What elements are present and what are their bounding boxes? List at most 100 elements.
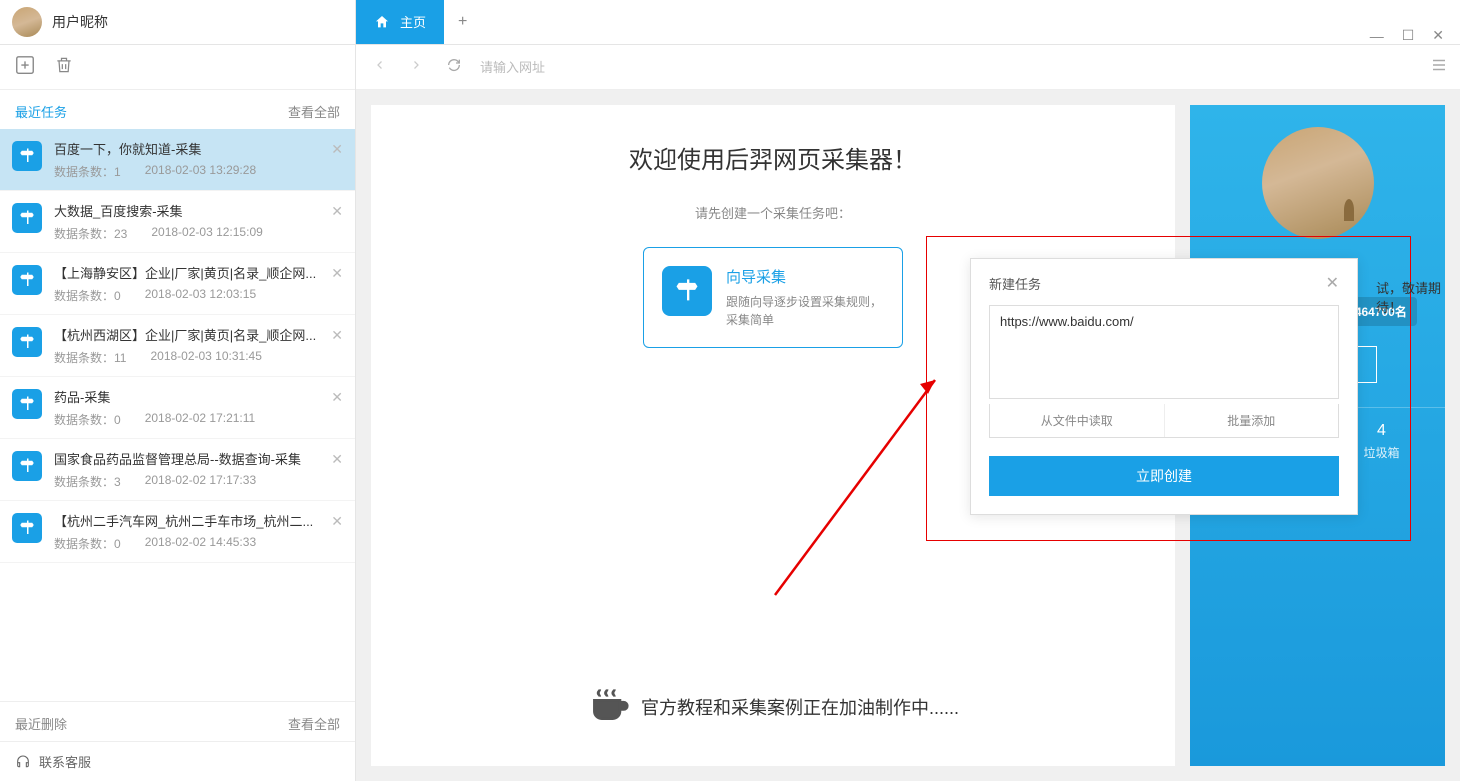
task-meta: 数据条数：3 2018-02-02 17:17:33 [54, 473, 343, 490]
task-title: 【杭州西湖区】企业|厂家|黄页|名录_顺企网... [54, 325, 343, 344]
tab-bar: 主页 + — ☐ ✕ [356, 0, 1460, 44]
url-input[interactable] [989, 305, 1339, 399]
task-count: 数据条数：0 [54, 535, 121, 552]
forward-button[interactable] [404, 58, 428, 76]
signpost-icon [12, 203, 42, 233]
task-count: 数据条数：0 [54, 287, 121, 304]
task-time: 2018-02-03 12:15:09 [151, 225, 262, 242]
recent-tasks-header: 最近任务 查看全部 [0, 90, 355, 129]
maximize-button[interactable]: ☐ [1402, 27, 1415, 44]
username-top: 用户昵称 [52, 12, 108, 32]
task-item[interactable]: 药品-采集数据条数：02018-02-02 17:21:11✕ [0, 377, 355, 439]
task-list: 百度一下，你就知道-采集数据条数：12018-02-03 13:29:28✕大数… [0, 129, 355, 701]
recent-deleted-title: 最近删除 [15, 714, 67, 733]
section-title: 最近任务 [15, 102, 67, 121]
address-bar [356, 45, 1460, 90]
task-meta: 数据条数：0 2018-02-02 14:45:33 [54, 535, 343, 552]
avatar-large[interactable] [1262, 127, 1374, 239]
main-wrap: 最近任务 查看全部 百度一下，你就知道-采集数据条数：1 2018-02-03 1… [0, 45, 1460, 781]
task-count: 数据条数：3 [54, 473, 121, 490]
contact-support[interactable]: 联系客服 [0, 741, 355, 781]
tab-home-label: 主页 [400, 12, 426, 31]
hidden-card-text: 试，敬请期待！ [1376, 278, 1460, 316]
tab-home[interactable]: 主页 [356, 0, 444, 44]
recent-deleted-header: 最近删除 查看全部 [0, 701, 355, 741]
sidebar-toolbar [0, 45, 355, 90]
task-title: 大数据_百度搜索-采集 [54, 201, 343, 220]
task-close-button[interactable]: ✕ [331, 389, 343, 406]
task-title: 【杭州二手汽车网_杭州二手车市场_杭州二... [54, 511, 343, 530]
wizard-card[interactable]: 向导采集 跟随向导逐步设置采集规则，采集简单 [643, 247, 903, 348]
task-item[interactable]: 【上海静安区】企业|厂家|黄页|名录_顺企网...数据条数：02018-02-0… [0, 253, 355, 315]
minimize-button[interactable]: — [1370, 28, 1384, 44]
footer-text: 官方教程和采集案例正在加油制作中...... [641, 694, 959, 720]
tab-add-button[interactable]: + [444, 0, 481, 44]
task-meta: 数据条数：0 2018-02-02 17:21:11 [54, 411, 343, 428]
task-meta: 数据条数：23 2018-02-03 12:15:09 [54, 225, 343, 242]
task-time: 2018-02-02 17:21:11 [145, 411, 256, 428]
task-item[interactable]: 国家食品药品监督管理总局--数据查询-采集数据条数：32018-02-02 17… [0, 439, 355, 501]
load-from-file-button[interactable]: 从文件中读取 [990, 404, 1164, 437]
menu-button[interactable] [1430, 56, 1448, 79]
view-all-deleted-link[interactable]: 查看全部 [288, 714, 340, 733]
task-count: 数据条数：0 [54, 411, 121, 428]
signpost-icon [12, 327, 42, 357]
task-title: 百度一下，你就知道-采集 [54, 139, 343, 158]
avatar-small[interactable] [12, 7, 42, 37]
welcome-subtitle: 请先创建一个采集任务吧： [695, 203, 851, 222]
task-close-button[interactable]: ✕ [331, 265, 343, 282]
new-task-dialog: 新建任务 ✕ 从文件中读取 批量添加 立即创建 [970, 258, 1358, 515]
home-icon [374, 14, 390, 30]
task-count: 数据条数：23 [54, 225, 127, 242]
wizard-card-body: 向导采集 跟随向导逐步设置采集规则，采集简单 [726, 266, 884, 329]
reload-button[interactable] [440, 57, 468, 78]
task-item[interactable]: 【杭州西湖区】企业|厂家|黄页|名录_顺企网... 数据条数：11 2018-02-… [0, 315, 355, 377]
mode-cards: 向导采集 跟随向导逐步设置采集规则，采集简单 [643, 247, 903, 348]
task-close-button[interactable]: ✕ [331, 203, 343, 220]
signpost-icon [662, 266, 712, 316]
task-item[interactable]: 大数据_百度搜索-采集数据条数：23 2018-02-03 12:15:09 ✕ [0, 191, 355, 253]
back-button[interactable] [368, 58, 392, 76]
task-item[interactable]: 百度一下，你就知道-采集数据条数：1 2018-02-03 13:29:28 ✕ [0, 129, 355, 191]
task-body: 国家食品药品监督管理总局--数据查询-采集数据条数：32018-02-02 17… [54, 449, 343, 490]
view-all-link[interactable]: 查看全部 [288, 102, 340, 121]
task-close-button[interactable]: ✕ [331, 513, 343, 530]
new-task-icon[interactable] [14, 54, 36, 81]
dialog-close-button[interactable]: ✕ [1326, 273, 1339, 293]
workspace: 欢迎使用后羿网页采集器！ 请先创建一个采集任务吧： 向导采集 跟随向导逐步设置采… [356, 90, 1460, 781]
headset-icon [15, 754, 31, 770]
coffee-icon [587, 682, 631, 731]
welcome-title: 欢迎使用后羿网页采集器！ [629, 140, 917, 175]
task-time: 2018-02-03 13:29:28 [145, 163, 256, 180]
wizard-card-desc: 跟随向导逐步设置采集规则，采集简单 [726, 293, 884, 329]
task-body: 药品-采集数据条数：02018-02-02 17:21:11 [54, 387, 343, 428]
signpost-icon [12, 451, 42, 481]
task-close-button[interactable]: ✕ [331, 451, 343, 468]
address-input[interactable] [480, 60, 1418, 75]
delete-icon[interactable] [54, 55, 74, 80]
signpost-icon [12, 141, 42, 171]
window-controls: — ☐ ✕ [1354, 27, 1460, 44]
footer-row: 官方教程和采集案例正在加油制作中...... [587, 642, 959, 731]
dialog-title: 新建任务 [989, 274, 1041, 293]
wizard-card-title: 向导采集 [726, 266, 884, 287]
task-time: 2018-02-02 17:17:33 [145, 473, 256, 490]
contact-support-label: 联系客服 [39, 752, 91, 771]
task-title: 【上海静安区】企业|厂家|黄页|名录_顺企网... [54, 263, 343, 282]
signpost-icon [12, 265, 42, 295]
batch-add-button[interactable]: 批量添加 [1164, 404, 1339, 437]
task-time: 2018-02-02 14:45:33 [145, 535, 256, 552]
dialog-header: 新建任务 ✕ [989, 273, 1339, 293]
sidebar-header: 用户昵称 [0, 0, 356, 44]
content: 欢迎使用后羿网页采集器！ 请先创建一个采集任务吧： 向导采集 跟随向导逐步设置采… [356, 45, 1460, 781]
task-count: 数据条数：1 [54, 163, 121, 180]
task-item[interactable]: 【杭州二手汽车网_杭州二手车市场_杭州二... 数据条数：0 2018-02-02 … [0, 501, 355, 563]
task-close-button[interactable]: ✕ [331, 141, 343, 158]
create-now-button[interactable]: 立即创建 [989, 456, 1339, 496]
task-count: 数据条数：11 [54, 349, 126, 366]
task-time: 2018-02-03 10:31:45 [150, 349, 261, 366]
task-body: 【杭州二手汽车网_杭州二手车市场_杭州二... 数据条数：0 2018-02-02 … [54, 511, 343, 552]
close-button[interactable]: ✕ [1432, 27, 1444, 44]
task-close-button[interactable]: ✕ [331, 327, 343, 344]
task-meta: 数据条数：11 2018-02-03 10:31:45 [54, 349, 343, 366]
